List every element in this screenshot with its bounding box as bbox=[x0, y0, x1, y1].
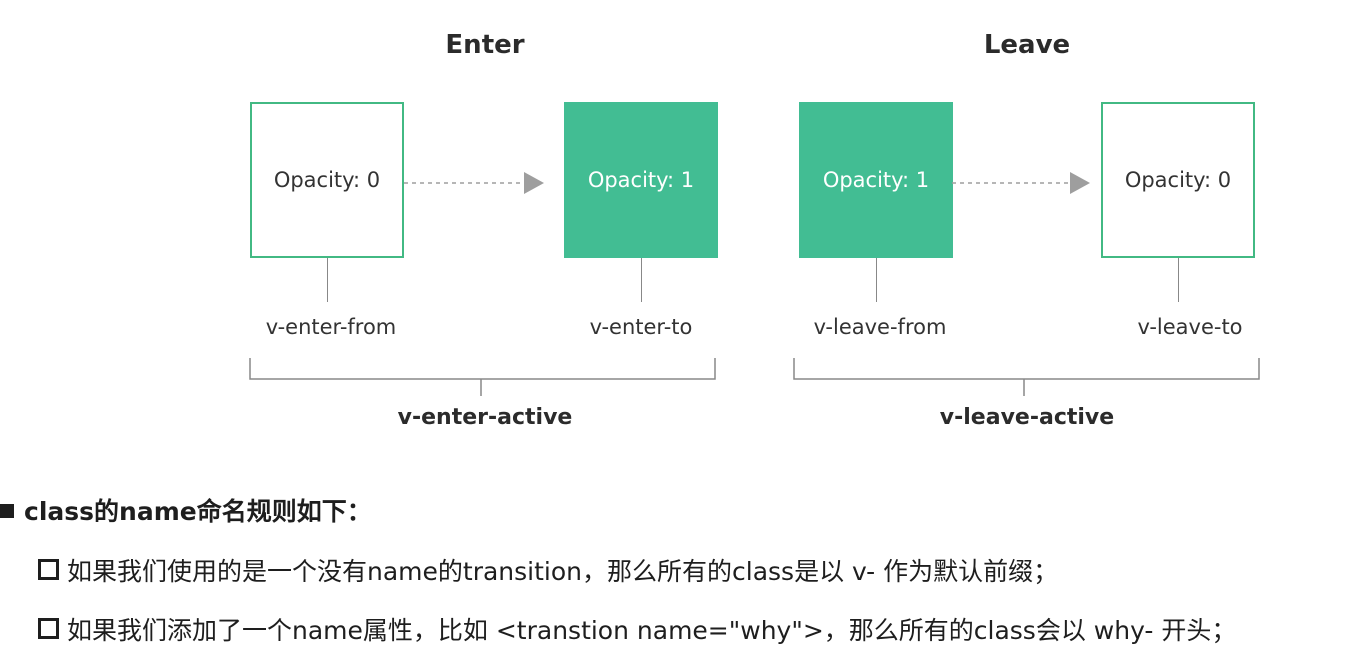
leave-from-connector bbox=[876, 258, 877, 302]
enter-to-label: v-enter-to bbox=[589, 315, 693, 339]
leave-from-label: v-leave-from bbox=[813, 315, 947, 339]
leave-to-label: v-leave-to bbox=[1137, 315, 1243, 339]
enter-arrow-icon bbox=[404, 172, 544, 194]
enter-active-bracket bbox=[249, 358, 716, 396]
enter-to-connector bbox=[641, 258, 642, 302]
rule-item-text: 如果我们添加了一个name属性，比如 <transtion name="why"… bbox=[67, 616, 1237, 645]
leave-active-bracket bbox=[793, 358, 1260, 396]
rules-title-text: class的name命名规则如下： bbox=[24, 497, 372, 526]
leave-arrow-icon bbox=[952, 172, 1090, 194]
rule-item-text: 如果我们使用的是一个没有name的transition，那么所有的class是以… bbox=[67, 557, 1059, 586]
enter-active-label: v-enter-active bbox=[397, 405, 573, 430]
enter-from-connector bbox=[327, 258, 328, 302]
leave-to-connector bbox=[1178, 258, 1179, 302]
leave-active-label: v-leave-active bbox=[939, 405, 1115, 430]
rule-item: 如果我们使用的是一个没有name的transition，那么所有的class是以… bbox=[38, 552, 1058, 592]
rules-title: class的name命名规则如下： bbox=[0, 492, 372, 532]
hollow-square-bullet-icon bbox=[38, 559, 59, 580]
square-bullet-icon bbox=[0, 504, 14, 518]
hollow-square-bullet-icon bbox=[38, 618, 59, 639]
enter-from-label: v-enter-from bbox=[265, 315, 397, 339]
rule-item: 如果我们添加了一个name属性，比如 <transtion name="why"… bbox=[38, 611, 1236, 651]
